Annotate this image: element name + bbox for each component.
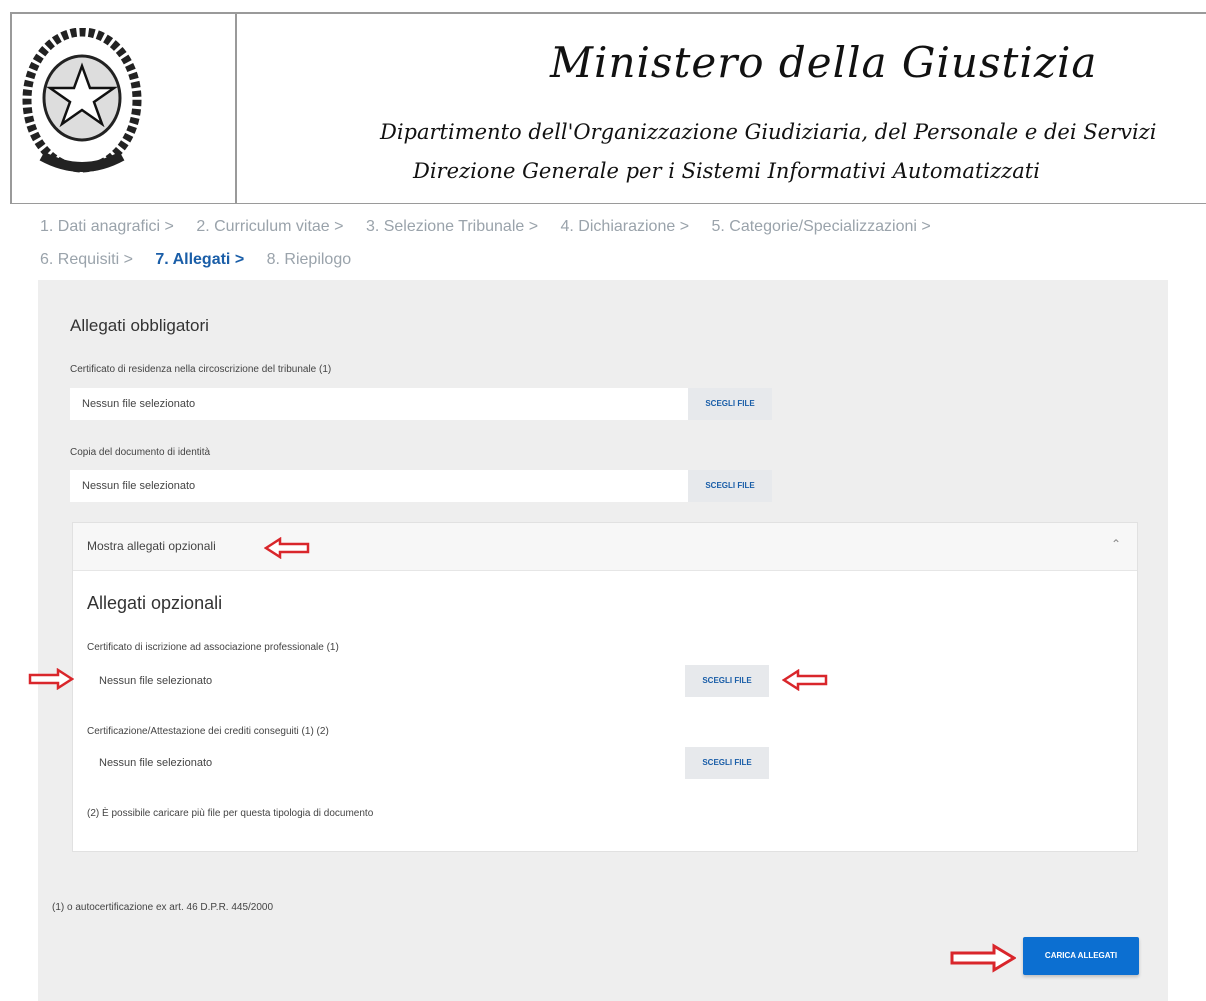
professional-association-file-field: Nessun file selezionato SCEGLI FILE: [87, 665, 769, 697]
optional-attachments-toggle[interactable]: Mostra allegati opzionali ⌃: [73, 523, 1137, 571]
department-line: Dipartimento dell'Organizzazione Giudizi…: [380, 120, 1157, 144]
residence-certificate-choose-file-button[interactable]: SCEGLI FILE: [688, 388, 772, 420]
italian-republic-emblem-icon: [22, 28, 142, 173]
wizard-stepper: 1. Dati anagrafici > 2. Curriculum vitae…: [40, 210, 1190, 276]
page-header: Ministero della Giustizia Dipartimento d…: [10, 12, 1206, 204]
direction-line: Direzione Generale per i Sistemi Informa…: [413, 159, 1040, 183]
credits-certification-file-field: Nessun file selezionato SCEGLI FILE: [87, 747, 769, 779]
self-certification-footnote: (1) o autocertificazione ex art. 46 D.P.…: [52, 902, 274, 913]
optional-section-title: Allegati opzionali: [87, 593, 223, 613]
ministry-title: Ministero della Giustizia: [550, 38, 1098, 87]
attachments-panel: Allegati obbligatori Certificato di resi…: [38, 280, 1168, 1001]
optional-attachments-accordion: Mostra allegati opzionali ⌃ Allegati opz…: [72, 522, 1138, 852]
header-left-border: [10, 14, 12, 204]
annotation-arrow-left-icon: [782, 669, 828, 691]
identity-document-choose-file-button[interactable]: SCEGLI FILE: [688, 470, 772, 502]
identity-document-file-name[interactable]: Nessun file selezionato: [70, 470, 688, 502]
identity-document-label: Copia del documento di identità: [70, 447, 211, 458]
annotation-arrow-right-icon: [950, 943, 1016, 973]
mandatory-section-title: Allegati obbligatori: [70, 316, 209, 335]
step-selezione-tribunale[interactable]: 3. Selezione Tribunale >: [366, 210, 538, 243]
credits-certification-label: Certificazione/Attestazione dei crediti …: [87, 726, 329, 737]
header-divider: [235, 14, 237, 204]
identity-document-file-field: Nessun file selezionato SCEGLI FILE: [70, 470, 772, 502]
chevron-up-icon[interactable]: ⌃: [1111, 537, 1121, 551]
step-dati-anagrafici[interactable]: 1. Dati anagrafici >: [40, 210, 174, 243]
step-requisiti[interactable]: 6. Requisiti >: [40, 243, 133, 276]
step-allegati[interactable]: 7. Allegati >: [155, 243, 244, 276]
step-riepilogo[interactable]: 8. Riepilogo: [267, 243, 352, 276]
professional-association-certificate-label: Certificato di iscrizione ad associazion…: [87, 642, 339, 653]
upload-attachments-button[interactable]: CARICA ALLEGATI: [1023, 937, 1139, 975]
professional-association-choose-file-button[interactable]: SCEGLI FILE: [685, 665, 769, 697]
annotation-arrow-right-icon: [28, 668, 74, 690]
annotation-arrow-left-icon: [264, 537, 310, 559]
credits-certification-file-name[interactable]: Nessun file selezionato: [87, 747, 685, 779]
step-categorie-specializzazioni[interactable]: 5. Categorie/Specializzazioni >: [711, 210, 930, 243]
residence-certificate-label: Certificato di residenza nella circoscri…: [70, 364, 332, 375]
residence-certificate-file-field: Nessun file selezionato SCEGLI FILE: [70, 388, 772, 420]
step-dichiarazione[interactable]: 4. Dichiarazione >: [561, 210, 690, 243]
step-curriculum-vitae[interactable]: 2. Curriculum vitae >: [196, 210, 343, 243]
professional-association-file-name[interactable]: Nessun file selezionato: [87, 665, 685, 697]
multiple-files-note: (2) È possibile caricare più file per qu…: [87, 808, 374, 819]
credits-certification-choose-file-button[interactable]: SCEGLI FILE: [685, 747, 769, 779]
optional-attachments-toggle-label: Mostra allegati opzionali: [87, 539, 216, 553]
residence-certificate-file-name[interactable]: Nessun file selezionato: [70, 388, 688, 420]
